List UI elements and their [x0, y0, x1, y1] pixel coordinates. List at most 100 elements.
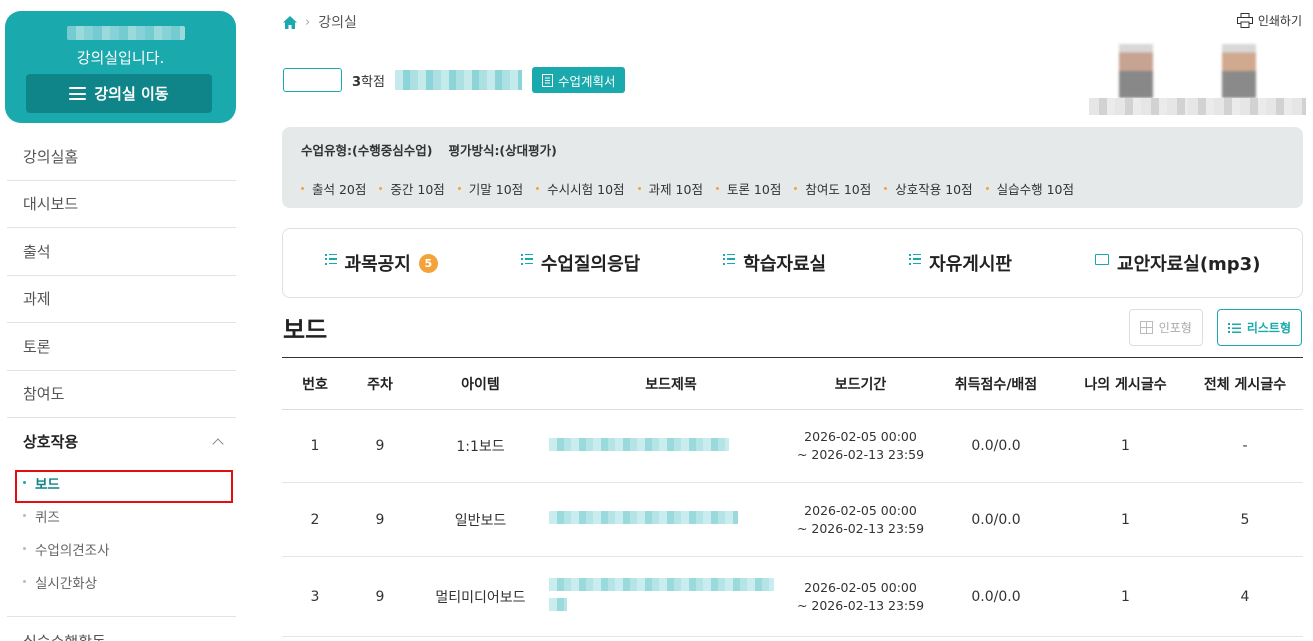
- grid-icon: [1139, 321, 1153, 334]
- table-row[interactable]: 3 9 멀티미디어보드 2026-02-05 00:00 ~ 2026-02-13…: [282, 556, 1303, 637]
- list-icon: [1227, 322, 1241, 333]
- period-end: ~ 2026-02-13 23:59: [796, 447, 925, 462]
- card-view-button[interactable]: 인포형: [1128, 309, 1203, 346]
- sidebar-item-practice[interactable]: 실습수행활동: [7, 616, 236, 641]
- sidebar-item-home[interactable]: 강의실홈: [7, 133, 236, 181]
- cell-title[interactable]: [549, 556, 793, 637]
- cell-item: 멀티미디어보드: [412, 556, 549, 637]
- column-header: 아이템: [412, 357, 549, 410]
- table-row[interactable]: 1 9 1:1보드 2026-02-05 00:00 ~ 2026-02-13 2…: [282, 409, 1303, 483]
- submenu-item-label: 수업의견조사: [35, 542, 110, 559]
- tab-materials[interactable]: 학습자료실: [723, 250, 826, 276]
- move-classroom-label: 강의실 이동: [94, 85, 169, 103]
- cell-title[interactable]: [549, 409, 793, 483]
- cell-total-posts: -: [1187, 409, 1303, 483]
- grading-item: 중간 10점: [379, 179, 444, 198]
- chevron-right-icon: ›: [305, 14, 311, 30]
- sidebar-item-dashboard[interactable]: 대시보드: [7, 181, 236, 228]
- period-start: 2026-02-05 00:00: [804, 502, 917, 518]
- course-box: 강의실입니다. 강의실 이동: [5, 11, 236, 123]
- sidebar-item-assignment[interactable]: 과제: [7, 276, 236, 323]
- course-tag-box: [283, 68, 342, 92]
- course-name-redacted: [67, 26, 185, 40]
- avatar-photo-redacted: [1222, 44, 1256, 98]
- grading-items: 출석 20점 중간 10점 기말 10점 수시시험 10점 과제 10점 토론 …: [301, 179, 1087, 198]
- move-classroom-button[interactable]: 강의실 이동: [26, 74, 212, 113]
- bullet-icon: [23, 547, 26, 550]
- cell-total-posts: 4: [1187, 556, 1303, 637]
- submenu-item-label: 퀴즈: [35, 509, 60, 526]
- assistant-name-redacted: [1188, 98, 1306, 115]
- board-table: 번호 주차 아이템 보드제목 보드기간 취득점수/배점 나의 게시글수 전체 게…: [282, 357, 1303, 637]
- grading-item: 참여도 10점: [794, 179, 871, 198]
- column-header: 번호: [282, 357, 348, 410]
- credit-number: 3: [352, 74, 362, 90]
- cell-score: 0.0/0.0: [928, 482, 1064, 557]
- grading-item: 수시시험 10점: [536, 179, 624, 198]
- tab-label: 교안자료실(mp3): [1117, 254, 1261, 275]
- table-row[interactable]: 2 9 일반보드 2026-02-05 00:00 ~ 2026-02-13 23…: [282, 482, 1303, 557]
- period-end: ~ 2026-02-13 23:59: [796, 597, 925, 613]
- column-header: 보드제목: [549, 357, 793, 410]
- sidebar-item-interaction[interactable]: 상호작용: [7, 418, 236, 466]
- column-header: 보드기간: [793, 357, 928, 410]
- cell-total-posts: 5: [1187, 482, 1303, 557]
- print-button[interactable]: 인쇄하기: [1236, 12, 1302, 29]
- cell-number: 1: [282, 409, 348, 483]
- cell-week: 9: [348, 482, 412, 557]
- board-title-redacted[interactable]: [549, 437, 729, 451]
- card-view-label: 인포형: [1158, 321, 1192, 335]
- cell-period: 2026-02-05 00:00 ~ 2026-02-13 23:59: [793, 409, 928, 483]
- board-title-redacted[interactable]: [549, 578, 774, 591]
- bullet-icon: [23, 580, 26, 583]
- list-icon: [520, 253, 533, 265]
- list-icon: [723, 253, 736, 265]
- cell-item: 1:1보드: [412, 409, 549, 483]
- grading-info: 수업유형:(수행중심수업) 평가방식:(상대평가) 출석 20점 중간 10점 …: [282, 127, 1303, 208]
- tab-notice[interactable]: 과목공지 5: [324, 250, 438, 276]
- submenu-item-quiz[interactable]: 퀴즈: [7, 499, 236, 532]
- board-title-redacted[interactable]: [549, 598, 567, 611]
- submenu-item-survey[interactable]: 수업의견조사: [7, 532, 236, 565]
- syllabus-button[interactable]: 수업계획서: [531, 67, 626, 93]
- cell-my-posts: 1: [1064, 482, 1187, 557]
- column-header: 주차: [348, 357, 412, 410]
- tab-free-board[interactable]: 자유게시판: [909, 250, 1012, 276]
- column-header: 취득점수/배점: [928, 357, 1064, 410]
- grading-item: 출석 20점: [301, 179, 366, 198]
- syllabus-label: 수업계획서: [557, 73, 616, 89]
- tab-qna[interactable]: 수업질의응답: [520, 250, 641, 276]
- list-view-label: 리스트형: [1246, 321, 1291, 335]
- sidebar-item-participation[interactable]: 참여도: [7, 371, 236, 418]
- chevron-up-icon: [212, 438, 224, 450]
- cell-score: 0.0/0.0: [928, 556, 1064, 637]
- document-icon: [541, 73, 553, 87]
- tab-label: 수업질의응답: [540, 254, 641, 275]
- assistant-avatar: [1188, 44, 1306, 118]
- cell-title[interactable]: [549, 482, 793, 557]
- cell-my-posts: 1: [1064, 409, 1187, 483]
- grading-summary: 수업유형:(수행중심수업) 평가방식:(상대평가): [301, 140, 557, 159]
- cell-number: 3: [282, 556, 348, 637]
- breadcrumb-current: 강의실: [318, 15, 357, 31]
- avatar-photo-redacted: [1119, 44, 1153, 98]
- cell-number: 2: [282, 482, 348, 557]
- period-start: 2026-02-05 00:00: [804, 429, 917, 444]
- column-header: 나의 게시글수: [1064, 357, 1187, 410]
- sidebar-item-attendance[interactable]: 출석: [7, 228, 236, 276]
- tab-label: 과목공지: [344, 254, 411, 275]
- board-title-redacted[interactable]: [549, 511, 738, 524]
- cell-score: 0.0/0.0: [928, 409, 1064, 483]
- cell-week: 9: [348, 409, 412, 483]
- hamburger-icon: [69, 87, 87, 100]
- period-start: 2026-02-05 00:00: [804, 579, 917, 595]
- cell-item: 일반보드: [412, 482, 549, 557]
- list-view-button[interactable]: 리스트형: [1216, 309, 1302, 346]
- sidebar-item-discussion[interactable]: 토론: [7, 323, 236, 371]
- home-icon[interactable]: [283, 15, 297, 29]
- table-header: 번호 주차 아이템 보드제목 보드기간 취득점수/배점 나의 게시글수 전체 게…: [282, 357, 1303, 410]
- credit-label: 학점: [361, 74, 385, 90]
- submenu-item-live[interactable]: 실시간화상: [7, 565, 236, 598]
- tab-lecture-notes[interactable]: 교안자료실(mp3): [1095, 250, 1260, 276]
- cell-week: 9: [348, 556, 412, 637]
